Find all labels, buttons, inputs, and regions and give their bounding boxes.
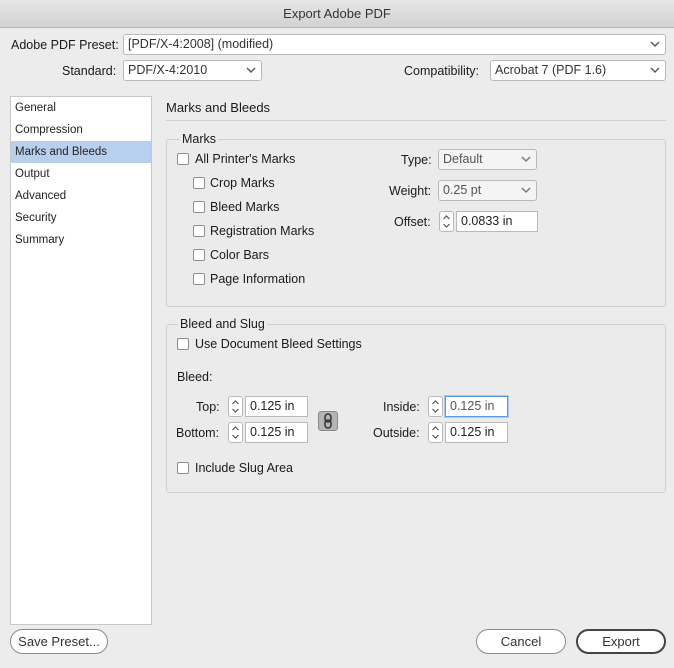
stepper-arrows-icon	[232, 426, 239, 439]
chevron-down-icon	[521, 187, 531, 193]
save-preset-button[interactable]: Save Preset...	[10, 629, 108, 654]
color-bars-checkbox[interactable]	[193, 249, 205, 261]
use-document-bleed-checkbox[interactable]	[177, 338, 189, 350]
sidebar-item-output[interactable]: Output	[11, 163, 151, 185]
use-document-bleed-label: Use Document Bleed Settings	[195, 337, 362, 351]
color-bars-label: Color Bars	[210, 248, 270, 262]
bleed-label: Bleed:	[177, 370, 213, 384]
chevron-down-icon	[650, 67, 660, 73]
type-dropdown[interactable]: Default	[438, 149, 537, 170]
sidebar-item-security[interactable]: Security	[11, 207, 151, 229]
bleed-marks-checkbox[interactable]	[193, 201, 205, 213]
crop-marks-checkbox[interactable]	[193, 177, 205, 189]
registration-marks-checkbox[interactable]	[193, 225, 205, 237]
panel-divider	[166, 120, 666, 121]
chevron-down-icon	[246, 67, 256, 73]
weight-dropdown[interactable]: 0.25 pt	[438, 180, 537, 201]
chain-link-icon	[324, 413, 332, 429]
chevron-down-icon	[650, 41, 660, 47]
panel-title: Marks and Bleeds	[166, 100, 271, 115]
bottom-label: Bottom:	[176, 426, 220, 440]
preset-value: [PDF/X-4:2008] (modified)	[128, 37, 274, 51]
cancel-button[interactable]: Cancel	[476, 629, 566, 654]
registration-marks-label: Registration Marks	[210, 224, 315, 238]
preset-dropdown[interactable]: [PDF/X-4:2008] (modified)	[123, 34, 666, 55]
sidebar-item-compression[interactable]: Compression	[11, 119, 151, 141]
offset-input[interactable]: 0.0833 in	[456, 211, 538, 232]
preset-label: Adobe PDF Preset:	[11, 38, 119, 52]
outside-label: Outside:	[373, 426, 420, 440]
type-label: Type:	[401, 153, 432, 167]
type-value: Default	[443, 152, 483, 166]
offset-label: Offset:	[394, 215, 431, 229]
offset-stepper[interactable]	[439, 211, 454, 232]
stepper-arrows-icon	[432, 400, 439, 413]
export-button[interactable]: Export	[576, 629, 666, 654]
inside-input[interactable]: 0.125 in	[445, 396, 508, 417]
sidebar-item-general[interactable]: General	[11, 97, 151, 119]
bleed-marks-label: Bleed Marks	[210, 200, 280, 214]
all-printers-marks-checkbox[interactable]	[177, 153, 189, 165]
crop-marks-label: Crop Marks	[210, 176, 275, 190]
outside-stepper[interactable]	[428, 422, 443, 443]
category-sidebar: General Compression Marks and Bleeds Out…	[10, 96, 152, 625]
include-slug-label: Include Slug Area	[195, 461, 293, 475]
inside-stepper[interactable]	[428, 396, 443, 417]
stepper-arrows-icon	[232, 400, 239, 413]
sidebar-item-marks-and-bleeds[interactable]: Marks and Bleeds	[11, 141, 151, 163]
stepper-arrows-icon	[432, 426, 439, 439]
inside-label: Inside:	[383, 400, 420, 414]
bottom-stepper[interactable]	[228, 422, 243, 443]
weight-label: Weight:	[389, 184, 432, 198]
title-bar: Export Adobe PDF	[0, 0, 674, 28]
bleed-slug-group-title: Bleed and Slug	[178, 317, 267, 331]
compatibility-value: Acrobat 7 (PDF 1.6)	[495, 63, 607, 77]
standard-label: Standard:	[62, 64, 117, 78]
link-bleed-button[interactable]	[318, 411, 338, 431]
page-information-label: Page Information	[210, 272, 306, 286]
top-stepper[interactable]	[228, 396, 243, 417]
bottom-input[interactable]: 0.125 in	[245, 422, 308, 443]
compatibility-dropdown[interactable]: Acrobat 7 (PDF 1.6)	[490, 60, 666, 81]
sidebar-item-advanced[interactable]: Advanced	[11, 185, 151, 207]
top-label: Top:	[196, 400, 220, 414]
sidebar-item-summary[interactable]: Summary	[11, 229, 151, 251]
standard-dropdown[interactable]: PDF/X-4:2010	[123, 60, 262, 81]
all-printers-marks-label: All Printer's Marks	[195, 152, 296, 166]
weight-value: 0.25 pt	[443, 183, 482, 197]
marks-group-title: Marks	[180, 132, 219, 146]
include-slug-checkbox[interactable]	[177, 462, 189, 474]
outside-input[interactable]: 0.125 in	[445, 422, 508, 443]
top-input[interactable]: 0.125 in	[245, 396, 308, 417]
window-title: Export Adobe PDF	[283, 6, 391, 21]
page-information-checkbox[interactable]	[193, 273, 205, 285]
compatibility-label: Compatibility:	[404, 64, 480, 78]
chevron-down-icon	[521, 156, 531, 162]
stepper-arrows-icon	[443, 215, 450, 228]
standard-value: PDF/X-4:2010	[128, 63, 208, 77]
